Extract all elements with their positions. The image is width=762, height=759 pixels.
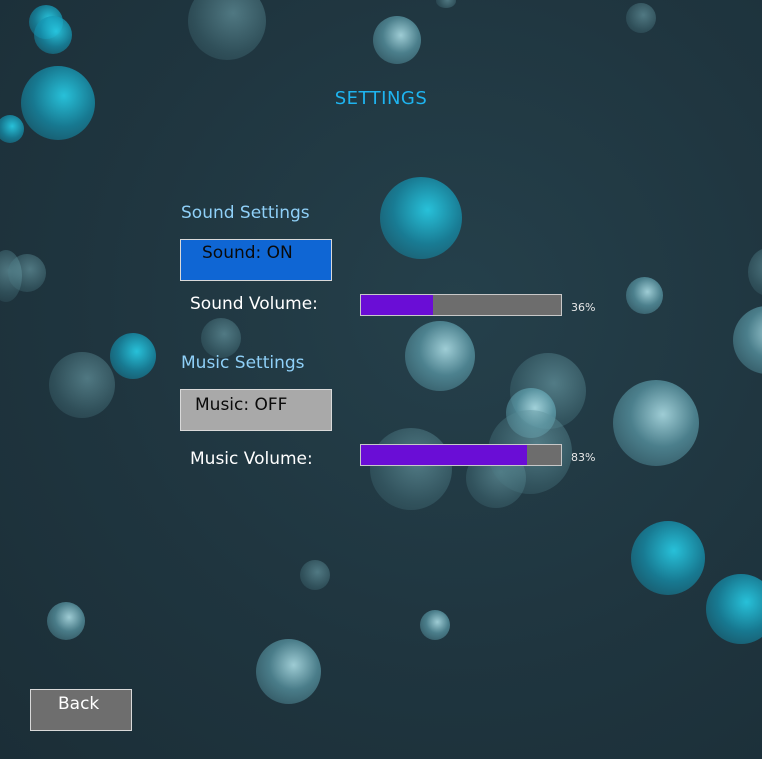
background-bubble (201, 318, 241, 358)
background-bubble (405, 321, 475, 391)
music-volume-slider[interactable] (360, 444, 562, 466)
sound-settings-heading: Sound Settings (181, 203, 310, 223)
background-bubble (748, 248, 762, 296)
music-toggle-button[interactable]: Music: OFF (180, 389, 332, 431)
background-bubble (110, 333, 156, 379)
back-button-label: Back (58, 694, 100, 714)
background-bubble (436, 0, 456, 8)
sound-toggle-button[interactable]: Sound: ON (180, 239, 332, 281)
background-bubble (380, 177, 462, 259)
back-button[interactable]: Back (30, 689, 132, 731)
background-bubble (300, 560, 330, 590)
settings-screen: SETTINGS Sound Settings Sound: ON Sound … (0, 0, 762, 759)
music-volume-percent: 83% (571, 451, 596, 464)
music-toggle-label: Music: OFF (195, 395, 288, 415)
music-volume-label: Music Volume: (190, 449, 313, 469)
music-settings-heading: Music Settings (181, 353, 305, 373)
background-bubble (0, 115, 24, 143)
background-bubble (47, 602, 85, 640)
background-bubble (370, 428, 452, 510)
background-bubble (256, 639, 321, 704)
background-bubble (631, 521, 705, 595)
sound-volume-label: Sound Volume: (190, 294, 318, 314)
background-bubble (373, 16, 421, 64)
sound-volume-percent: 36% (571, 301, 596, 314)
sound-volume-fill (361, 295, 433, 315)
background-bubble (49, 352, 115, 418)
background-bubble (34, 16, 72, 54)
background-bubble (733, 306, 762, 374)
background-bubble (706, 574, 762, 644)
music-volume-fill (361, 445, 527, 465)
background-bubble (626, 277, 663, 314)
background-bubble (188, 0, 266, 60)
page-title: SETTINGS (334, 88, 428, 109)
background-bubble (613, 380, 699, 466)
background-bubble (626, 3, 656, 33)
sound-toggle-label: Sound: ON (202, 243, 293, 263)
background-bubble (420, 610, 450, 640)
sound-volume-slider[interactable] (360, 294, 562, 316)
background-bubble (8, 254, 46, 292)
